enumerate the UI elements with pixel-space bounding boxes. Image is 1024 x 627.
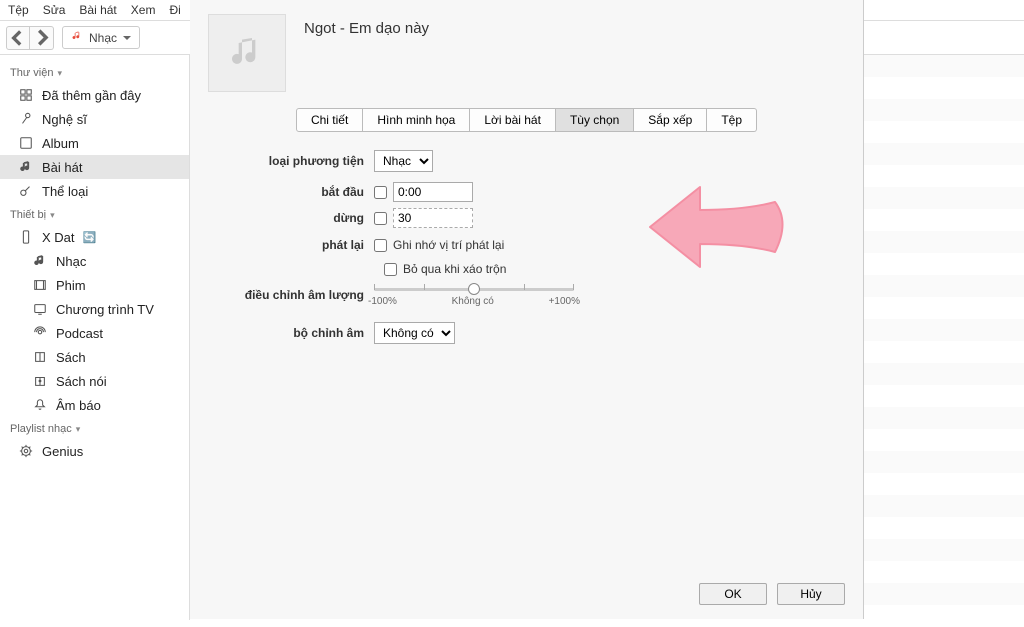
podcast-icon — [32, 325, 48, 341]
playback-label: phát lại — [214, 238, 374, 252]
sidebar: Thư viện▾ Đã thêm gần đây Nghệ sĩ Album … — [0, 55, 190, 620]
music-note-icon — [71, 30, 83, 45]
sidebar-item-artists[interactable]: Nghệ sĩ — [0, 107, 189, 131]
tab-file[interactable]: Tệp — [707, 108, 757, 132]
slider-thumb[interactable] — [468, 283, 480, 295]
start-label: bắt đầu — [214, 185, 374, 199]
options-form: loại phương tiện Nhạc bắt đầu dừng phát … — [190, 150, 863, 354]
category-label: Nhạc — [89, 31, 117, 45]
grid-icon — [18, 87, 34, 103]
slider-center-label: Không có — [452, 296, 494, 307]
menu-view[interactable]: Xem — [131, 3, 156, 17]
cancel-button[interactable]: Hủy — [777, 583, 845, 605]
nav-forward-button[interactable] — [30, 26, 54, 50]
section-library[interactable]: Thư viện▾ — [0, 61, 189, 83]
sidebar-item-device-movies[interactable]: Phim — [0, 273, 189, 297]
chevron-down-icon: ▾ — [50, 210, 55, 221]
book-icon — [32, 349, 48, 365]
media-kind-select[interactable]: Nhạc — [374, 150, 433, 172]
remember-position-checkbox[interactable] — [374, 239, 387, 252]
nav-back-button[interactable] — [6, 26, 30, 50]
sidebar-item-genius[interactable]: Genius — [0, 439, 189, 463]
sidebar-item-device-podcast[interactable]: Podcast — [0, 321, 189, 345]
sidebar-item-device-books[interactable]: Sách — [0, 345, 189, 369]
volume-slider[interactable]: -100% Không có +100% — [374, 282, 574, 308]
sync-icon: 🔄 — [83, 231, 97, 244]
album-artwork-placeholder — [208, 14, 286, 92]
dialog-title: Ngot - Em dạo này — [304, 14, 429, 37]
sidebar-item-device-tv[interactable]: Chương trình TV — [0, 297, 189, 321]
media-kind-label: loại phương tiện — [214, 154, 374, 168]
skip-shuffle-checkbox[interactable] — [384, 263, 397, 276]
album-icon — [18, 135, 34, 151]
microphone-icon — [18, 111, 34, 127]
dialog-footer: OK Hủy — [190, 573, 863, 619]
start-input[interactable] — [393, 182, 473, 202]
section-devices[interactable]: Thiết bị▾ — [0, 203, 189, 225]
sidebar-item-device-tones[interactable]: Âm báo — [0, 393, 189, 417]
stop-checkbox[interactable] — [374, 212, 387, 225]
menu-file[interactable]: Tệp — [8, 3, 29, 17]
menu-edit[interactable]: Sửa — [43, 3, 66, 17]
chevron-down-icon: ▾ — [76, 424, 81, 435]
slider-max-label: +100% — [549, 296, 580, 307]
eq-label: bộ chỉnh âm — [214, 326, 374, 340]
genius-icon — [18, 443, 34, 459]
skip-shuffle-label: Bỏ qua khi xáo trộn — [403, 262, 506, 276]
sidebar-item-songs[interactable]: Bài hát — [0, 155, 189, 179]
stop-input[interactable] — [393, 208, 473, 228]
dialog-tabs: Chi tiết Hình minh họa Lời bài hát Tùy c… — [190, 108, 863, 132]
phone-icon — [18, 229, 34, 245]
sidebar-item-recent[interactable]: Đã thêm gần đây — [0, 83, 189, 107]
volume-label: điều chỉnh âm lượng — [214, 288, 374, 302]
slider-min-label: -100% — [368, 296, 397, 307]
section-playlists[interactable]: Playlist nhạc▾ — [0, 417, 189, 439]
bell-icon — [32, 397, 48, 413]
film-icon — [32, 277, 48, 293]
chevron-down-icon: ▾ — [57, 68, 62, 79]
sidebar-item-device[interactable]: X Dat 🔄 — [0, 225, 189, 249]
menu-go[interactable]: Đi — [169, 3, 180, 17]
stop-label: dừng — [214, 211, 374, 225]
music-note-icon — [18, 159, 34, 175]
sidebar-item-genres[interactable]: Thể loại — [0, 179, 189, 203]
start-checkbox[interactable] — [374, 186, 387, 199]
sidebar-item-device-audiobooks[interactable]: Sách nói — [0, 369, 189, 393]
eq-select[interactable]: Không có — [374, 322, 455, 344]
music-note-icon — [32, 253, 48, 269]
music-note-icon — [227, 33, 267, 73]
ok-button[interactable]: OK — [699, 583, 767, 605]
sidebar-item-albums[interactable]: Album — [0, 131, 189, 155]
tab-sorting[interactable]: Sắp xếp — [634, 108, 707, 132]
tab-options[interactable]: Tùy chọn — [556, 108, 634, 132]
audiobook-icon — [32, 373, 48, 389]
tab-artwork[interactable]: Hình minh họa — [363, 108, 470, 132]
sidebar-item-device-music[interactable]: Nhạc — [0, 249, 189, 273]
menu-song[interactable]: Bài hát — [79, 3, 116, 17]
song-info-dialog: Ngot - Em dạo này Chi tiết Hình minh họa… — [190, 0, 864, 619]
tv-icon — [32, 301, 48, 317]
tab-lyrics[interactable]: Lời bài hát — [470, 108, 556, 132]
tab-details[interactable]: Chi tiết — [296, 108, 363, 132]
guitar-icon — [18, 183, 34, 199]
remember-position-label: Ghi nhớ vị trí phát lại — [393, 238, 504, 252]
category-selector[interactable]: Nhạc — [62, 26, 140, 49]
